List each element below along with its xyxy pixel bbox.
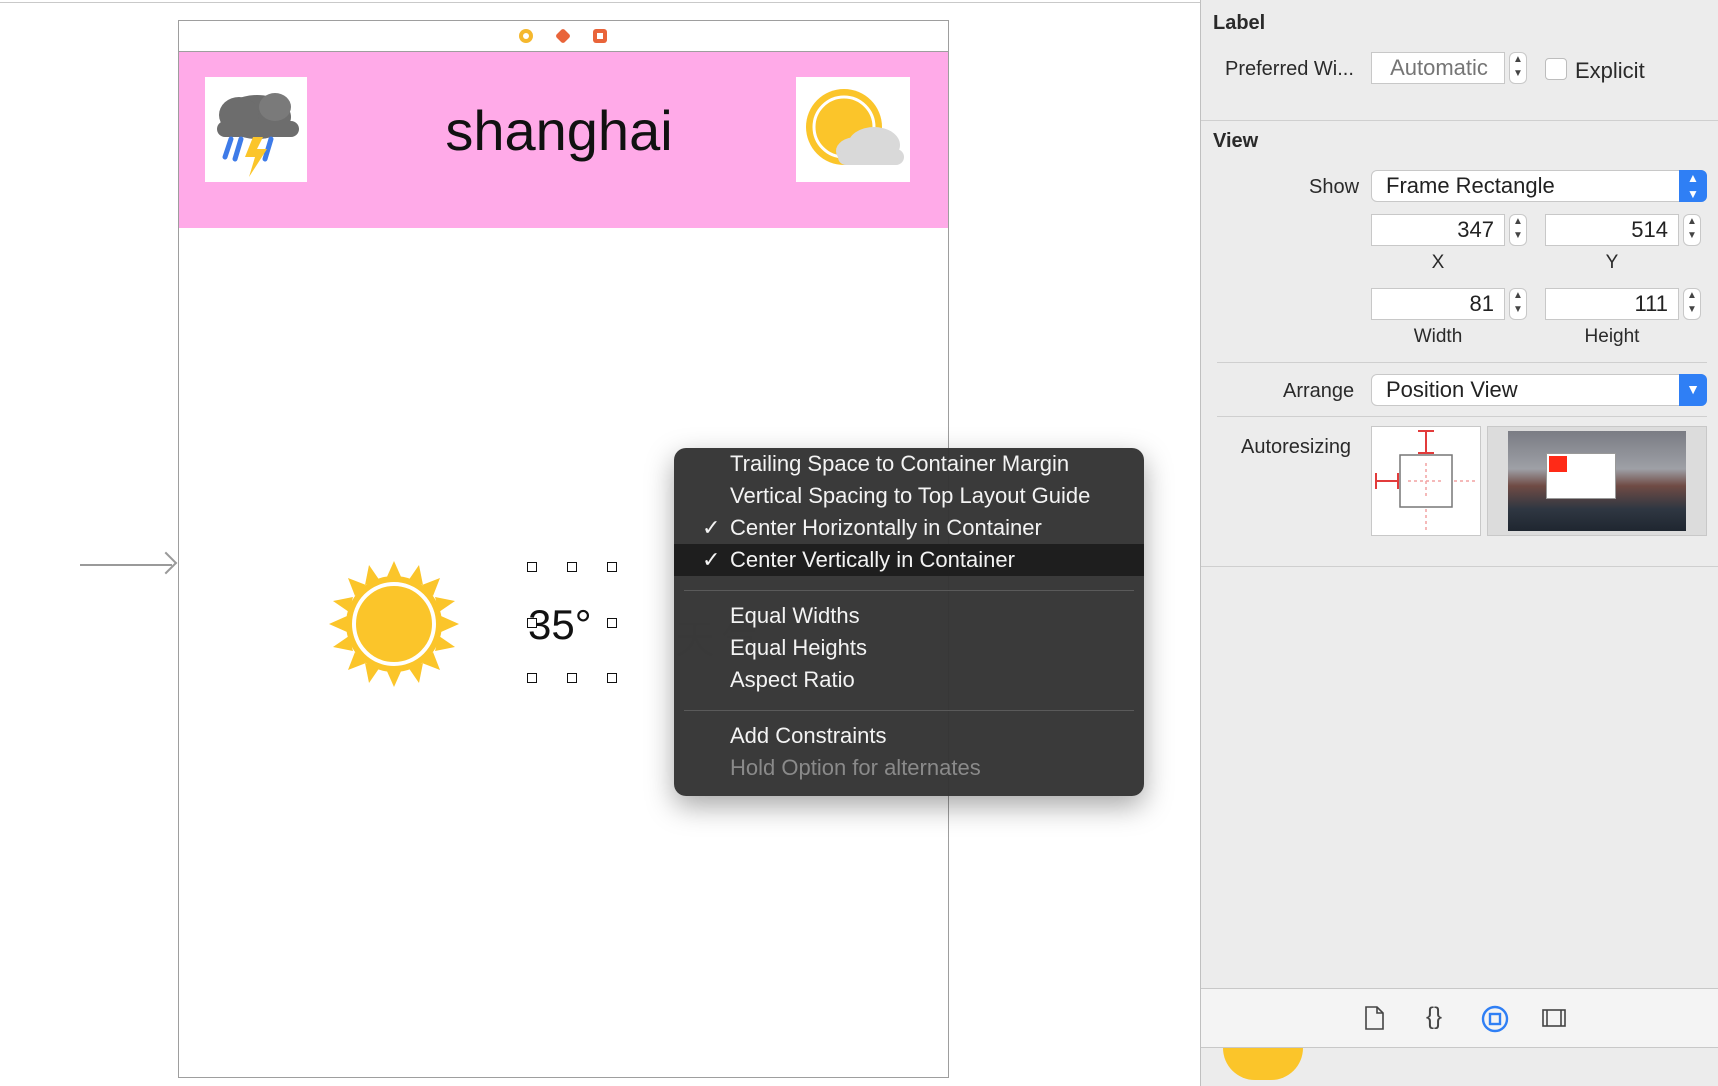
- resize-handle[interactable]: [527, 562, 537, 572]
- y-caption: Y: [1605, 252, 1619, 273]
- width-stepper[interactable]: ▲ ▼: [1509, 288, 1527, 320]
- checkmark-icon: ✓: [702, 515, 721, 540]
- label-section-title: Label: [1213, 12, 1266, 34]
- resize-handle[interactable]: [567, 673, 577, 683]
- section-divider: [1217, 362, 1707, 363]
- show-value: Frame Rectangle: [1386, 173, 1555, 198]
- menu-item-trailing-space[interactable]: Trailing Space to Container Margin: [674, 448, 1144, 480]
- menu-item-label: Center Vertically in Container: [730, 547, 1015, 572]
- y-field[interactable]: 514: [1545, 214, 1679, 246]
- menu-item-label: Center Horizontally in Container: [730, 515, 1042, 540]
- height-caption: Height: [1584, 326, 1640, 347]
- library-sun-thumbnail[interactable]: [1223, 1048, 1303, 1080]
- checkmark-icon: ✓: [702, 547, 721, 572]
- preferred-width-label: Preferred Wi...: [1225, 58, 1354, 80]
- menu-separator: [684, 710, 1134, 711]
- menu-item-aspect-ratio[interactable]: Aspect Ratio: [674, 664, 1144, 696]
- section-divider: [1201, 120, 1718, 121]
- scene-dock: [179, 21, 948, 52]
- chevron-down-icon: ▼: [1679, 374, 1707, 406]
- arrange-value: Position View: [1386, 377, 1518, 402]
- thunderstorm-icon[interactable]: [205, 77, 307, 182]
- preferred-width-field[interactable]: [1371, 52, 1505, 84]
- exit-icon[interactable]: [593, 29, 607, 43]
- x-field[interactable]: 347: [1371, 214, 1505, 246]
- library-tab-bar: {}: [1201, 988, 1718, 1048]
- preview-window: [1546, 453, 1616, 499]
- show-label: Show: [1309, 176, 1360, 198]
- autoresizing-label: Autoresizing: [1241, 436, 1352, 458]
- arrange-popup[interactable]: Position View ▼: [1371, 374, 1707, 406]
- y-stepper[interactable]: ▲ ▼: [1683, 214, 1701, 246]
- preview-wallpaper: [1508, 431, 1686, 531]
- resize-handle[interactable]: [527, 673, 537, 683]
- x-stepper[interactable]: ▲ ▼: [1509, 214, 1527, 246]
- menu-item-center-vertically[interactable]: ✓ Center Vertically in Container: [674, 544, 1144, 576]
- menu-item-label: Vertical Spacing to Top Layout Guide: [730, 483, 1091, 508]
- section-divider: [1217, 416, 1707, 417]
- code-snippet-icon[interactable]: {}: [1421, 1005, 1447, 1031]
- menu-item-vertical-spacing-top[interactable]: Vertical Spacing to Top Layout Guide: [674, 480, 1144, 512]
- menu-separator: [684, 590, 1134, 591]
- resize-handle[interactable]: [567, 562, 577, 572]
- menu-item-equal-heights[interactable]: Equal Heights: [674, 632, 1144, 664]
- x-caption: X: [1431, 252, 1445, 273]
- sun-icon[interactable]: [329, 561, 459, 687]
- menu-item-hold-option-hint: Hold Option for alternates: [674, 752, 1144, 784]
- section-divider: [1201, 566, 1718, 567]
- show-popup[interactable]: Frame Rectangle ▲ ▼: [1371, 170, 1707, 202]
- temperature-label[interactable]: 35°: [528, 599, 604, 651]
- constraint-context-menu[interactable]: Trailing Space to Container Margin Verti…: [674, 448, 1144, 796]
- autoresizing-mask-editor[interactable]: [1371, 426, 1481, 536]
- explicit-label: Explicit: [1575, 58, 1645, 83]
- resize-handle[interactable]: [607, 562, 617, 572]
- canvas-top-divider: [0, 2, 1200, 3]
- city-title[interactable]: shanghai: [359, 96, 759, 166]
- menu-item-label: Hold Option for alternates: [730, 755, 981, 780]
- menu-item-add-constraints[interactable]: Add Constraints: [674, 720, 1144, 752]
- menu-item-equal-widths[interactable]: Equal Widths: [674, 600, 1144, 632]
- menu-item-label: Equal Widths: [730, 603, 860, 628]
- view-controller-icon[interactable]: [519, 29, 533, 43]
- menu-item-center-horizontally[interactable]: ✓ Center Horizontally in Container: [674, 512, 1144, 544]
- media-library-icon[interactable]: [1541, 1005, 1567, 1031]
- file-template-icon[interactable]: [1361, 1005, 1387, 1031]
- width-field[interactable]: 81: [1371, 288, 1505, 320]
- view-section-title: View: [1213, 130, 1259, 152]
- resize-handle[interactable]: [607, 618, 617, 628]
- partly-cloudy-icon[interactable]: [796, 77, 910, 182]
- preview-view-rect: [1549, 456, 1567, 472]
- menu-item-label: Equal Heights: [730, 635, 867, 660]
- first-responder-icon[interactable]: [555, 28, 571, 44]
- object-library-icon[interactable]: [1481, 1005, 1509, 1033]
- width-caption: Width: [1413, 326, 1463, 347]
- menu-item-label: Aspect Ratio: [730, 667, 855, 692]
- arrange-label: Arrange: [1283, 380, 1355, 402]
- size-inspector-panel: Label Preferred Wi... ▲▼ Explicit View S…: [1200, 0, 1718, 1086]
- menu-item-label: Add Constraints: [730, 723, 887, 748]
- weather-header[interactable]: shanghai: [179, 52, 948, 228]
- height-stepper[interactable]: ▲ ▼: [1683, 288, 1701, 320]
- chevron-updown-icon: ▲ ▼: [1679, 170, 1707, 202]
- menu-item-label: Trailing Space to Container Margin: [730, 451, 1070, 476]
- autoresizing-preview: [1487, 426, 1707, 536]
- height-field[interactable]: 111: [1545, 288, 1679, 320]
- resize-handle[interactable]: [607, 673, 617, 683]
- preferred-width-stepper[interactable]: ▲ ▼: [1509, 52, 1527, 84]
- explicit-checkbox[interactable]: [1545, 58, 1567, 80]
